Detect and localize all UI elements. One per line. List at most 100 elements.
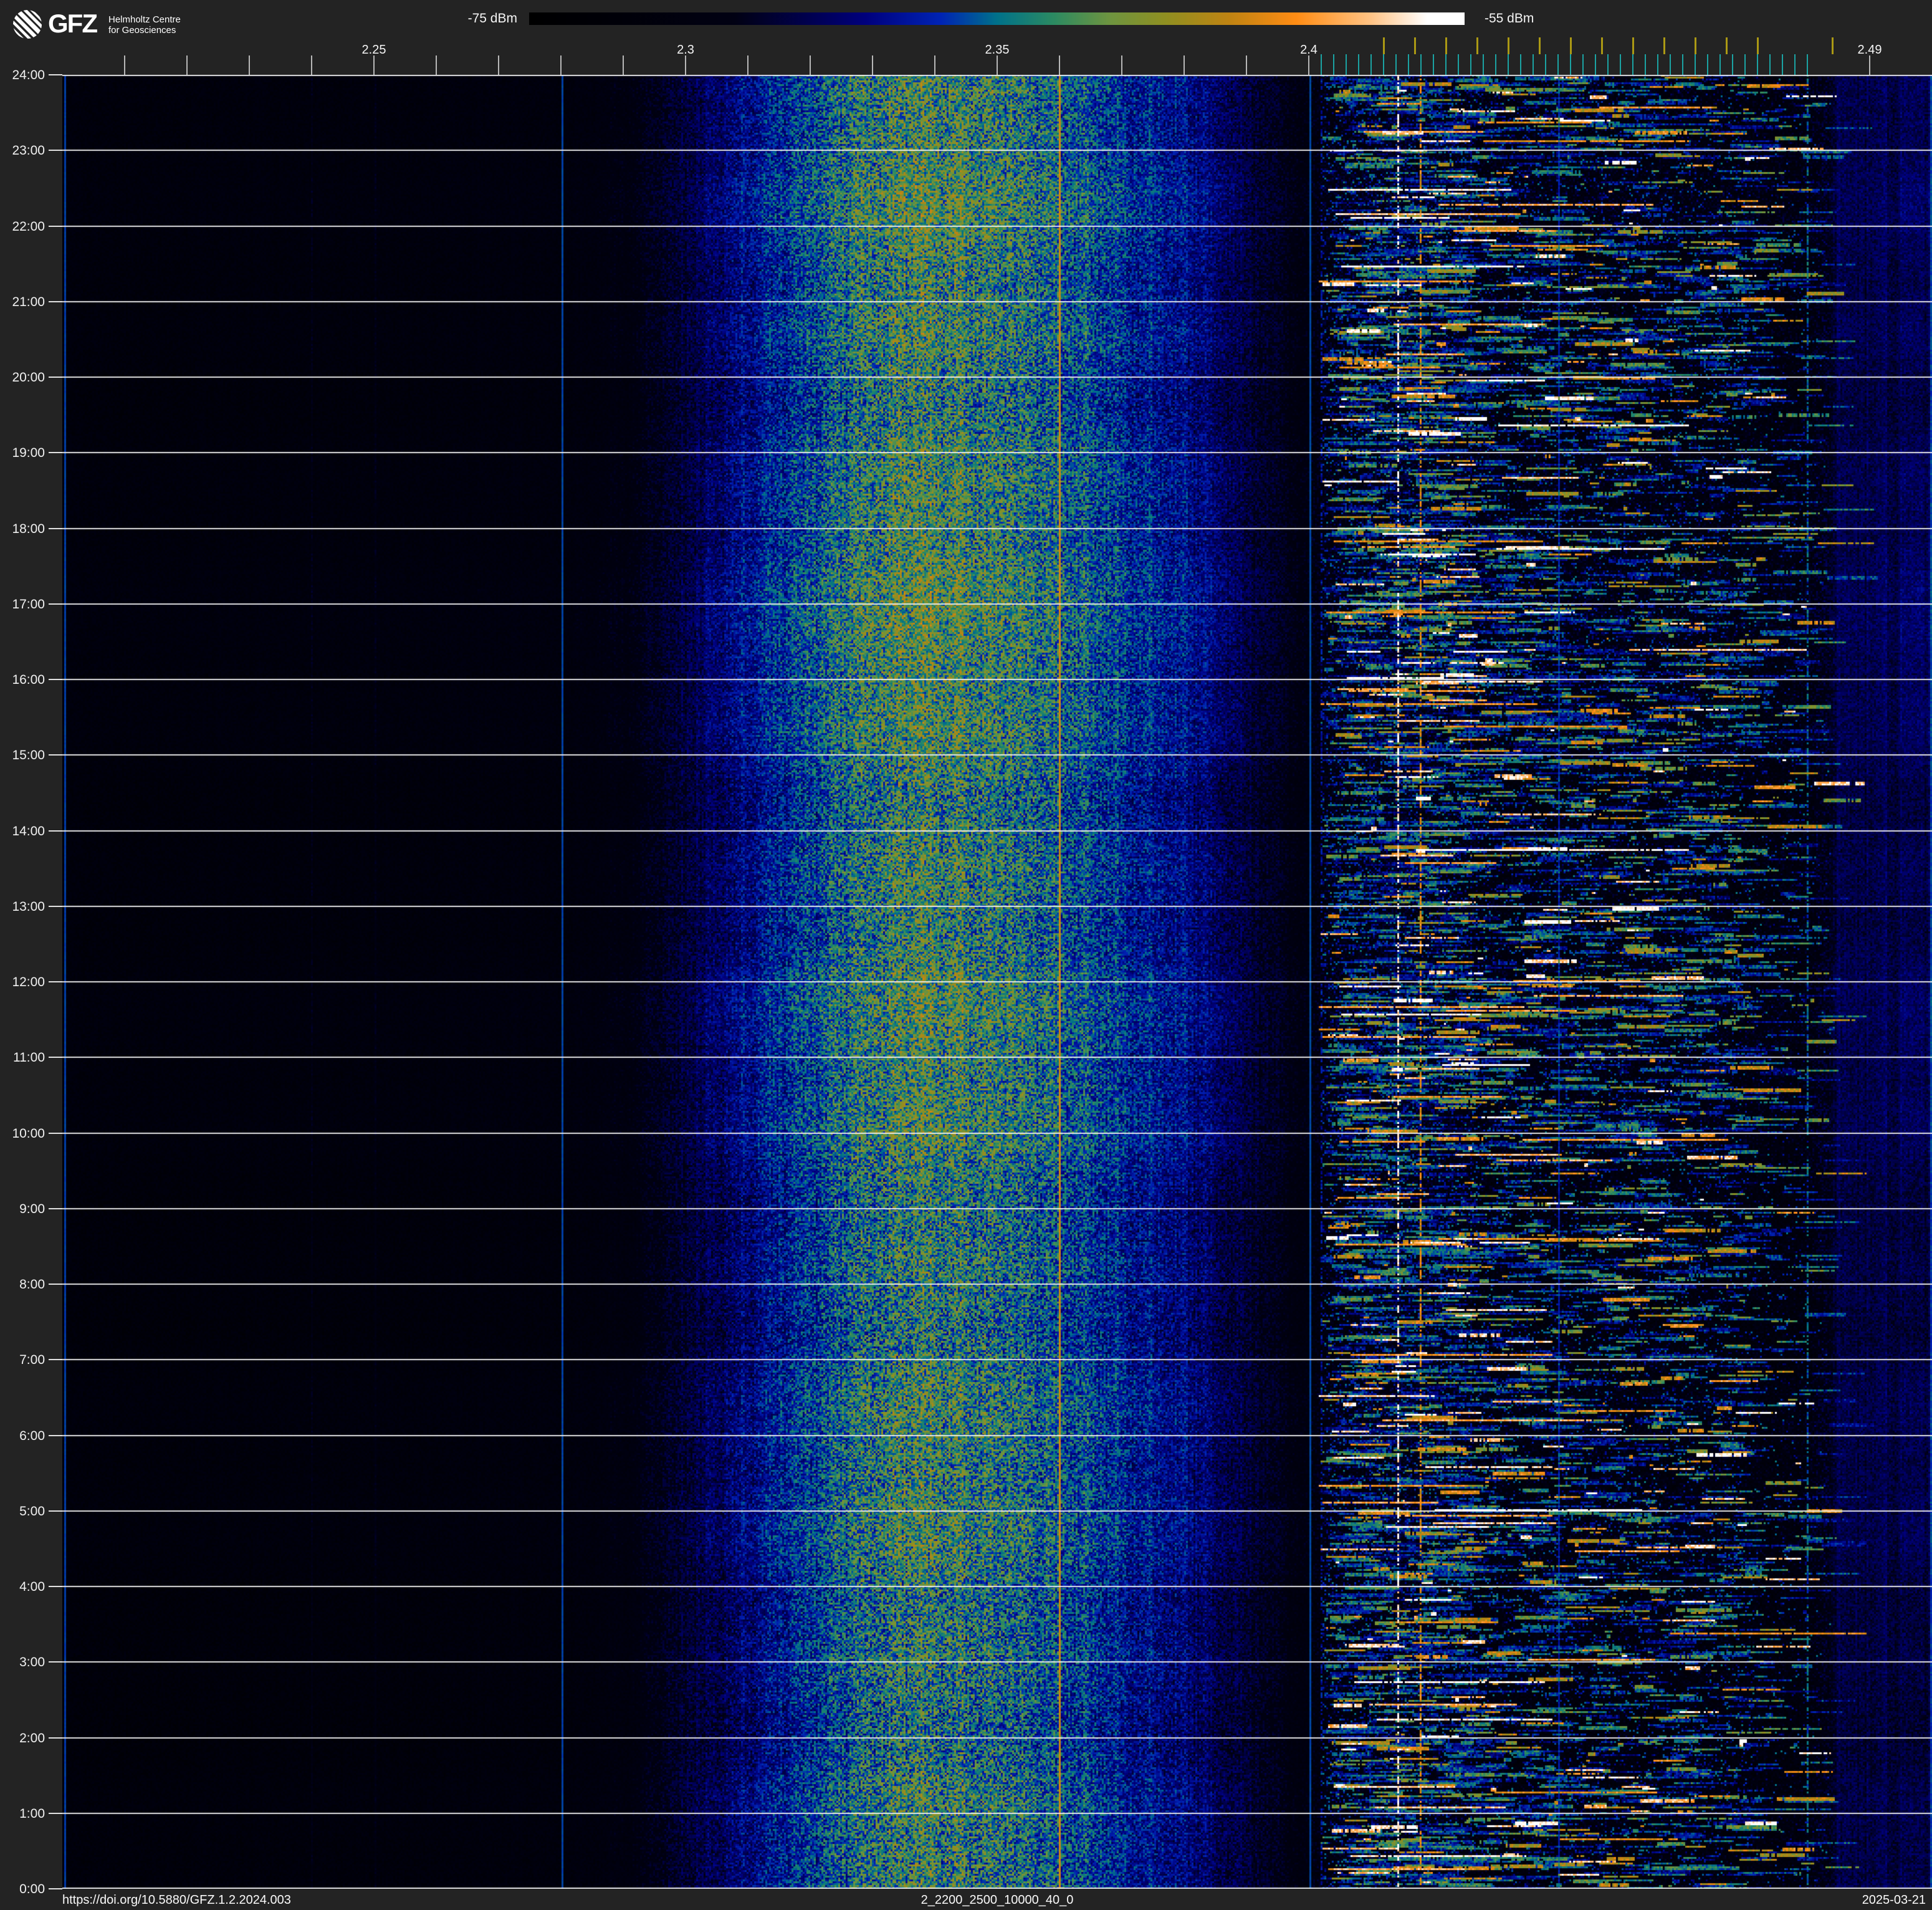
time-axis-tick — [49, 74, 62, 75]
time-axis-tick — [49, 1434, 62, 1436]
time-axis-label: 19:00 — [12, 446, 45, 461]
freq-major-tick — [1869, 55, 1870, 75]
time-axis-label: 0:00 — [19, 1882, 45, 1896]
spectrogram-page: GFZ Helmholtz Centre for Geosciences -75… — [0, 0, 1932, 1910]
time-axis-label: 18:00 — [12, 521, 45, 536]
freq-fine-tick — [1782, 54, 1783, 75]
freq-major-tick — [747, 55, 748, 75]
dataset-filename: 2_2200_2500_10000_40_0 — [921, 1893, 1074, 1907]
time-axis-tick — [49, 1812, 62, 1814]
freq-major-tick — [872, 55, 873, 75]
freq-fine-tick — [1383, 54, 1384, 75]
freq-axis-label: 2.49 — [1857, 43, 1882, 57]
time-axis-tick — [49, 830, 62, 832]
wifi-channel-tick — [1663, 37, 1665, 54]
time-axis-label: 9:00 — [19, 1201, 45, 1216]
time-axis-label: 12:00 — [12, 975, 45, 989]
time-axis-tick — [49, 527, 62, 529]
time-axis-label: 23:00 — [12, 143, 45, 158]
wifi-channel-tick — [1538, 37, 1541, 54]
freq-major-tick — [124, 55, 125, 75]
freq-fine-tick — [1533, 54, 1534, 75]
freq-fine-tick — [1333, 54, 1334, 75]
freq-major-tick — [685, 55, 686, 75]
time-axis-label: 3:00 — [19, 1655, 45, 1670]
freq-fine-tick — [1370, 54, 1372, 75]
freq-fine-tick — [1657, 54, 1658, 75]
wifi-channel-tick — [1382, 37, 1385, 54]
freq-fine-tick — [1769, 54, 1771, 75]
logo-subtitle: Helmholtz Centre for Geosciences — [108, 14, 181, 36]
freq-fine-tick — [1682, 54, 1683, 75]
freq-axis-label: 2.4 — [1300, 43, 1317, 57]
logo-subtitle-line2: for Geosciences — [108, 25, 176, 36]
time-axis-tick — [49, 754, 62, 756]
time-axis-label: 17:00 — [12, 597, 45, 612]
time-axis-tick — [49, 300, 62, 302]
time-axis-label: 22:00 — [12, 219, 45, 234]
colorbar-max-label: -55 dBm — [1485, 11, 1534, 26]
freq-major-tick — [186, 55, 188, 75]
time-axis-label: 20:00 — [12, 370, 45, 385]
freq-fine-tick — [1321, 54, 1322, 75]
freq-fine-tick — [1645, 54, 1646, 75]
wifi-channel-tick — [1476, 37, 1478, 54]
freq-fine-tick — [1620, 54, 1621, 75]
time-axis-label: 8:00 — [19, 1277, 45, 1292]
time-axis-tick — [49, 603, 62, 605]
freq-fine-tick — [1744, 54, 1746, 75]
freq-major-tick — [1121, 55, 1122, 75]
time-axis-tick — [49, 905, 62, 907]
logo-subtitle-line1: Helmholtz Centre — [108, 14, 181, 25]
freq-fine-tick — [1508, 54, 1509, 75]
gfz-logo-icon — [12, 9, 42, 39]
time-axis-label: 14:00 — [12, 823, 45, 838]
time-axis-tick — [49, 377, 62, 378]
freq-major-tick — [1059, 55, 1060, 75]
freq-major-tick — [1246, 55, 1247, 75]
time-axis-tick — [49, 1284, 62, 1285]
freq-fine-tick — [1470, 54, 1471, 75]
freq-fine-tick — [1483, 54, 1484, 75]
freq-fine-tick — [1595, 54, 1596, 75]
wifi-channel-tick — [1831, 37, 1834, 54]
wifi-channel-tick — [1725, 37, 1728, 54]
freq-major-tick — [249, 55, 250, 75]
time-axis-tick — [49, 1888, 62, 1889]
time-axis-label: 1:00 — [19, 1806, 45, 1821]
freq-fine-tick — [1445, 54, 1447, 75]
freq-major-tick — [373, 55, 375, 75]
freq-fine-tick — [1433, 54, 1434, 75]
freq-major-tick — [560, 55, 562, 75]
time-axis-tick — [49, 452, 62, 454]
freq-fine-tick — [1346, 54, 1347, 75]
wifi-channel-tick — [1756, 37, 1759, 54]
time-axis-label: 24:00 — [12, 68, 45, 82]
freq-fine-tick — [1695, 54, 1696, 75]
freq-fine-tick — [1570, 54, 1571, 75]
wifi-channel-tick — [1632, 37, 1634, 54]
time-axis-tick — [49, 150, 62, 151]
time-axis-tick — [49, 1207, 62, 1209]
freq-fine-tick — [1545, 54, 1546, 75]
freq-major-tick — [934, 55, 935, 75]
time-axis-label: 2:00 — [19, 1730, 45, 1745]
time-axis-tick — [49, 981, 62, 982]
colorbar-min-label: -75 dBm — [467, 11, 517, 26]
wifi-channel-tick — [1569, 37, 1572, 54]
time-axis-label: 21:00 — [12, 294, 45, 309]
spectrogram-canvas — [62, 75, 1932, 1889]
time-axis-label: 10:00 — [12, 1126, 45, 1141]
freq-fine-tick — [1495, 54, 1496, 75]
time-axis-label: 15:00 — [12, 748, 45, 763]
freq-fine-tick — [1408, 54, 1409, 75]
time-axis-tick — [49, 1586, 62, 1587]
colorbar — [529, 12, 1465, 25]
freq-axis-label: 2.35 — [985, 43, 1010, 57]
doi-link: https://doi.org/10.5880/GFZ.1.2.2024.003 — [62, 1893, 291, 1907]
time-axis-tick — [49, 1359, 62, 1361]
time-axis-label: 6:00 — [19, 1428, 45, 1443]
wifi-channel-tick — [1694, 37, 1696, 54]
time-axis-tick — [49, 679, 62, 680]
date-label: 2025-03-21 — [1862, 1893, 1926, 1907]
